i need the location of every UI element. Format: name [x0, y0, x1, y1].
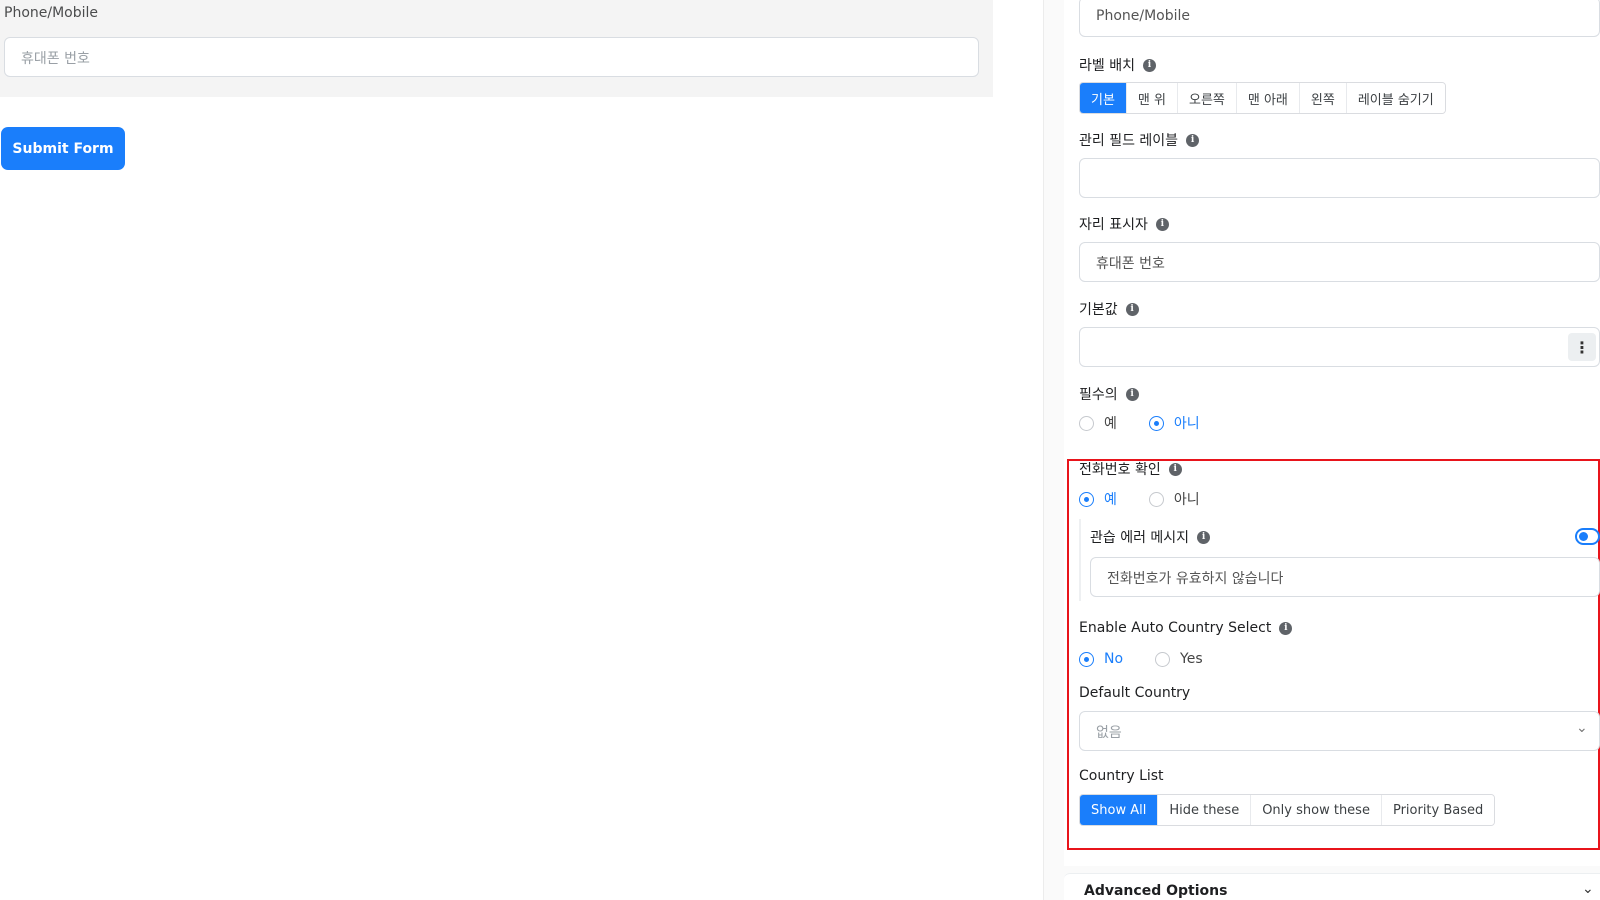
auto-country-radio-no[interactable]: No	[1079, 651, 1123, 667]
country-list-option-show-all[interactable]: Show All	[1080, 795, 1159, 825]
required-radio-yes[interactable]: 예	[1079, 413, 1117, 433]
label-placement-option-default[interactable]: 기본	[1080, 83, 1127, 113]
default-country-label-text: Default Country	[1079, 685, 1191, 701]
label-placement-option-bottom[interactable]: 맨 아래	[1236, 83, 1300, 113]
label-placement-option-top[interactable]: 맨 위	[1126, 83, 1178, 113]
info-icon[interactable]: i	[1168, 462, 1182, 476]
radio-circle-icon	[1155, 651, 1171, 667]
required-radio-no[interactable]: 아니	[1148, 413, 1200, 433]
phone-validation-radio-no[interactable]: 아니	[1148, 489, 1200, 509]
custom-error-toggle[interactable]	[1575, 528, 1600, 545]
info-icon[interactable]: i	[1125, 387, 1139, 401]
radio-label: 예	[1104, 416, 1117, 432]
preview-field-label: Phone/Mobile	[4, 5, 99, 21]
chevron-down-icon[interactable]: ⌄	[1582, 881, 1594, 897]
auto-country-label-text: Enable Auto Country Select	[1079, 620, 1272, 636]
info-icon[interactable]: i	[1279, 621, 1293, 635]
auto-country-radio-yes[interactable]: Yes	[1155, 651, 1203, 667]
admin-field-label-text: 관리 필드 레이블	[1079, 133, 1179, 149]
phone-validation-label-text: 전화번호 확인	[1079, 462, 1161, 478]
info-icon[interactable]: i	[1125, 302, 1139, 316]
radio-circle-icon	[1079, 651, 1094, 667]
preview-field-block: Phone/Mobile 휴대폰 번호	[0, 0, 993, 97]
country-list-label-text: Country List	[1079, 768, 1164, 784]
country-list-segmented: Show All Hide these Only show these Prio…	[1079, 794, 1496, 826]
radio-circle-icon	[1079, 491, 1094, 507]
placeholder-input[interactable]: 휴대폰 번호	[1079, 242, 1600, 282]
radio-circle-icon	[1148, 415, 1164, 431]
radio-label: No	[1104, 651, 1124, 667]
phone-validation-radio-yes[interactable]: 예	[1079, 489, 1117, 509]
country-list-label: Country List	[1079, 768, 1164, 784]
submit-form-button[interactable]: Submit Form	[1, 127, 125, 170]
form-preview-pane: Phone/Mobile 휴대폰 번호 Submit Form	[0, 0, 993, 900]
default-value-input[interactable]	[1079, 327, 1600, 367]
placeholder-label: 자리 표시자 i	[1079, 214, 1169, 234]
default-country-select[interactable]: 없음	[1079, 711, 1600, 751]
radio-label: 예	[1104, 492, 1117, 508]
auto-country-label: Enable Auto Country Select i	[1079, 620, 1293, 636]
country-list-option-only-show[interactable]: Only show these	[1251, 795, 1382, 825]
info-icon[interactable]: i	[1155, 217, 1169, 231]
phone-validation-radio-group: 예 아니	[1079, 489, 1200, 509]
radio-circle-icon	[1148, 491, 1164, 507]
info-icon[interactable]: i	[1197, 530, 1211, 544]
label-placement-label: 라벨 배치 i	[1079, 55, 1156, 75]
custom-error-label: 관습 에러 메시지 i	[1090, 527, 1211, 547]
default-country-label: Default Country	[1079, 685, 1190, 701]
default-value-label: 기본값 i	[1079, 299, 1139, 319]
admin-field-label-label: 관리 필드 레이블 i	[1079, 130, 1200, 150]
radio-label: Yes	[1180, 651, 1203, 667]
chevron-down-icon[interactable]: ⌄	[1576, 720, 1588, 736]
label-placement-segmented: 기본 맨 위 오른쪽 맨 아래 왼쪽 레이블 숨기기	[1079, 82, 1446, 114]
custom-error-input[interactable]: 전화번호가 유효하지 않습니다	[1090, 557, 1600, 597]
default-value-label-text: 기본값	[1079, 302, 1118, 318]
custom-error-label-text: 관습 에러 메시지	[1090, 530, 1190, 546]
info-icon[interactable]: i	[1186, 133, 1200, 147]
phone-validation-label: 전화번호 확인 i	[1079, 459, 1182, 479]
required-radio-group: 예 아니	[1079, 413, 1200, 433]
radio-circle-icon	[1079, 415, 1094, 431]
advanced-options-label[interactable]: Advanced Options	[1084, 883, 1227, 899]
required-label: 필수의 i	[1079, 384, 1139, 404]
vertical-dots-icon[interactable]: ⋮	[1568, 333, 1596, 361]
radio-label: 아니	[1173, 492, 1200, 508]
preview-phone-input[interactable]: 휴대폰 번호	[4, 37, 979, 77]
admin-field-label-input[interactable]	[1079, 158, 1600, 198]
required-label-text: 필수의	[1079, 387, 1118, 403]
sub-section-border	[1079, 519, 1081, 601]
radio-label: 아니	[1173, 416, 1200, 432]
field-label-input[interactable]: Phone/Mobile	[1079, 0, 1600, 37]
country-list-option-hide-these[interactable]: Hide these	[1158, 795, 1252, 825]
placeholder-label-text: 자리 표시자	[1079, 217, 1148, 233]
label-placement-text: 라벨 배치	[1079, 58, 1135, 74]
label-placement-option-right[interactable]: 오른쪽	[1177, 83, 1237, 113]
label-placement-option-hide[interactable]: 레이블 숨기기	[1346, 83, 1445, 113]
info-icon[interactable]: i	[1142, 58, 1156, 72]
auto-country-radio-group: No Yes	[1079, 651, 1203, 667]
label-placement-option-left[interactable]: 왼쪽	[1299, 83, 1347, 113]
country-list-option-priority[interactable]: Priority Based	[1381, 795, 1495, 825]
